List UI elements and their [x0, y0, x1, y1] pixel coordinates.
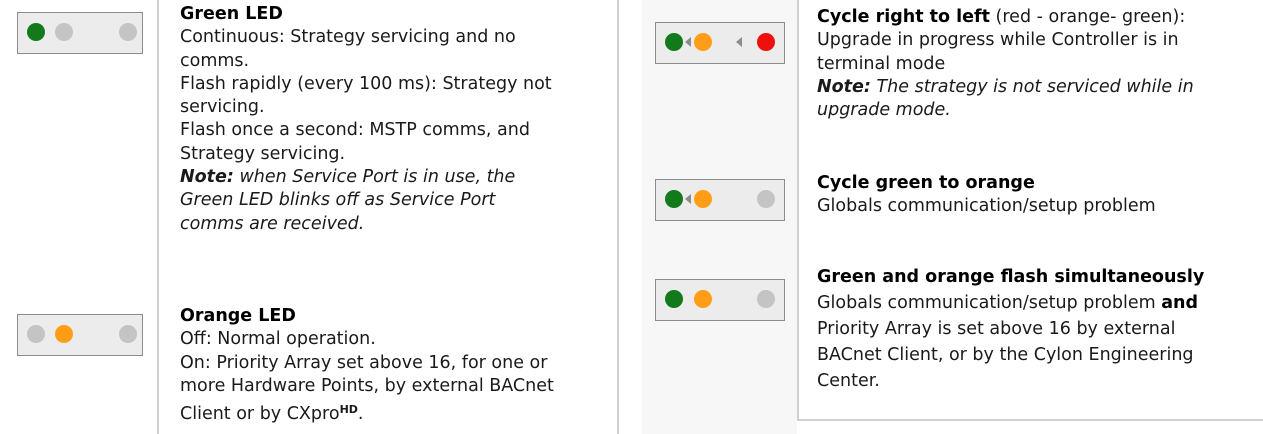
- right-bottom-border: [797, 419, 1263, 421]
- note-line: Note: when Service Port is in use, the: [180, 166, 610, 189]
- green-led-icon: [665, 190, 683, 208]
- left-outer-border: [617, 0, 619, 434]
- orange-led-off-icon: [55, 23, 73, 41]
- text-line: Off: Normal operation.: [180, 329, 376, 350]
- green-led-description: Green LED Continuous: Strategy servicing…: [180, 3, 610, 236]
- green-led-off-icon: [27, 325, 45, 343]
- cycle-right-left-description: Cycle right to left (red - orange- green…: [817, 6, 1257, 122]
- text-line: comms.: [180, 50, 250, 71]
- red-led-off-icon: [119, 23, 137, 41]
- note-text: when Service Port is in use, the: [233, 167, 516, 188]
- simultaneous-flash-description: Green and orange flash simultaneously Gl…: [817, 264, 1257, 394]
- text-line: terminal mode: [817, 53, 946, 74]
- text-segment: Client or by CXpro: [180, 404, 340, 425]
- text-line: BACnet Client, or by the Cylon Engineeri…: [817, 345, 1194, 365]
- text-line: Client or by CXproHD.: [180, 398, 610, 426]
- note-text: The strategy is not serviced while in: [870, 76, 1194, 97]
- cycle-right-left-indicator: [655, 22, 785, 64]
- orange-led-icon: [694, 290, 712, 308]
- note-line: Note: The strategy is not serviced while…: [817, 76, 1257, 99]
- text-line: Center.: [817, 371, 880, 391]
- superscript-hd: HD: [339, 403, 358, 417]
- red-led-off-icon: [757, 190, 775, 208]
- text-line: servicing.: [180, 97, 265, 118]
- emphasis-and: and: [1161, 293, 1199, 313]
- cycle-green-orange-description: Cycle green to orange Globals communicat…: [817, 172, 1257, 219]
- text-line: On: Priority Array set above 16, for one…: [180, 352, 548, 373]
- orange-led-title: Orange LED: [180, 306, 296, 326]
- orange-led-indicator: [17, 314, 143, 356]
- text-line: Flash rapidly (every 100 ms): Strategy n…: [180, 73, 552, 94]
- arrow-left-icon: [736, 37, 742, 47]
- arrow-left-icon: [685, 194, 691, 204]
- note-line: Green LED blinks off as Service Port: [180, 190, 496, 211]
- cycle-right-left-title: Cycle right to left: [817, 7, 990, 27]
- orange-led-description: Orange LED Off: Normal operation. On: Pr…: [180, 305, 610, 426]
- note-line: upgrade mode.: [817, 100, 951, 121]
- red-led-off-icon: [757, 290, 775, 308]
- text-line: Globals communication/setup problem and: [817, 290, 1257, 316]
- text-line: Continuous: Strategy servicing and no: [180, 27, 516, 48]
- text-line: Upgrade in progress while Controller is …: [817, 30, 1179, 51]
- orange-led-icon: [694, 33, 712, 51]
- note-label: Note:: [180, 167, 234, 188]
- red-led-icon: [757, 33, 775, 51]
- cycle-green-orange-title: Cycle green to orange: [817, 173, 1035, 193]
- green-led-icon: [665, 290, 683, 308]
- cycle-green-orange-indicator: [655, 179, 785, 221]
- green-led-icon: [665, 33, 683, 51]
- simultaneous-flash-indicator: [655, 279, 785, 321]
- right-column: Cycle right to left (red - orange- green…: [642, 0, 1263, 434]
- orange-led-icon: [55, 325, 73, 343]
- orange-led-icon: [694, 190, 712, 208]
- green-led-indicator: [17, 12, 143, 54]
- green-led-title: Green LED: [180, 4, 283, 24]
- simultaneous-flash-title: Green and orange flash simultaneously: [817, 267, 1205, 287]
- text-segment: Globals communication/setup problem: [817, 293, 1162, 313]
- text-line: Flash once a second: MSTP comms, and: [180, 120, 530, 141]
- green-led-icon: [27, 23, 45, 41]
- text-line: Priority Array is set above 16 by extern…: [817, 319, 1176, 339]
- note-line: comms are received.: [180, 213, 365, 234]
- left-divider: [157, 0, 159, 434]
- cycle-right-left-heading: Cycle right to left (red - orange- green…: [817, 6, 1257, 29]
- text-segment: .: [357, 404, 364, 425]
- note-label: Note:: [817, 76, 871, 97]
- arrow-left-icon: [685, 37, 691, 47]
- text-line: Strategy servicing.: [180, 143, 346, 164]
- red-led-off-icon: [119, 325, 137, 343]
- text-line: more Hardware Points, by external BACnet: [180, 375, 554, 396]
- right-divider: [797, 0, 799, 420]
- left-column: Green LED Continuous: Strategy servicing…: [0, 0, 620, 434]
- title-suffix: (red - orange- green):: [989, 7, 1186, 27]
- text-line: Globals communication/setup problem: [817, 196, 1156, 217]
